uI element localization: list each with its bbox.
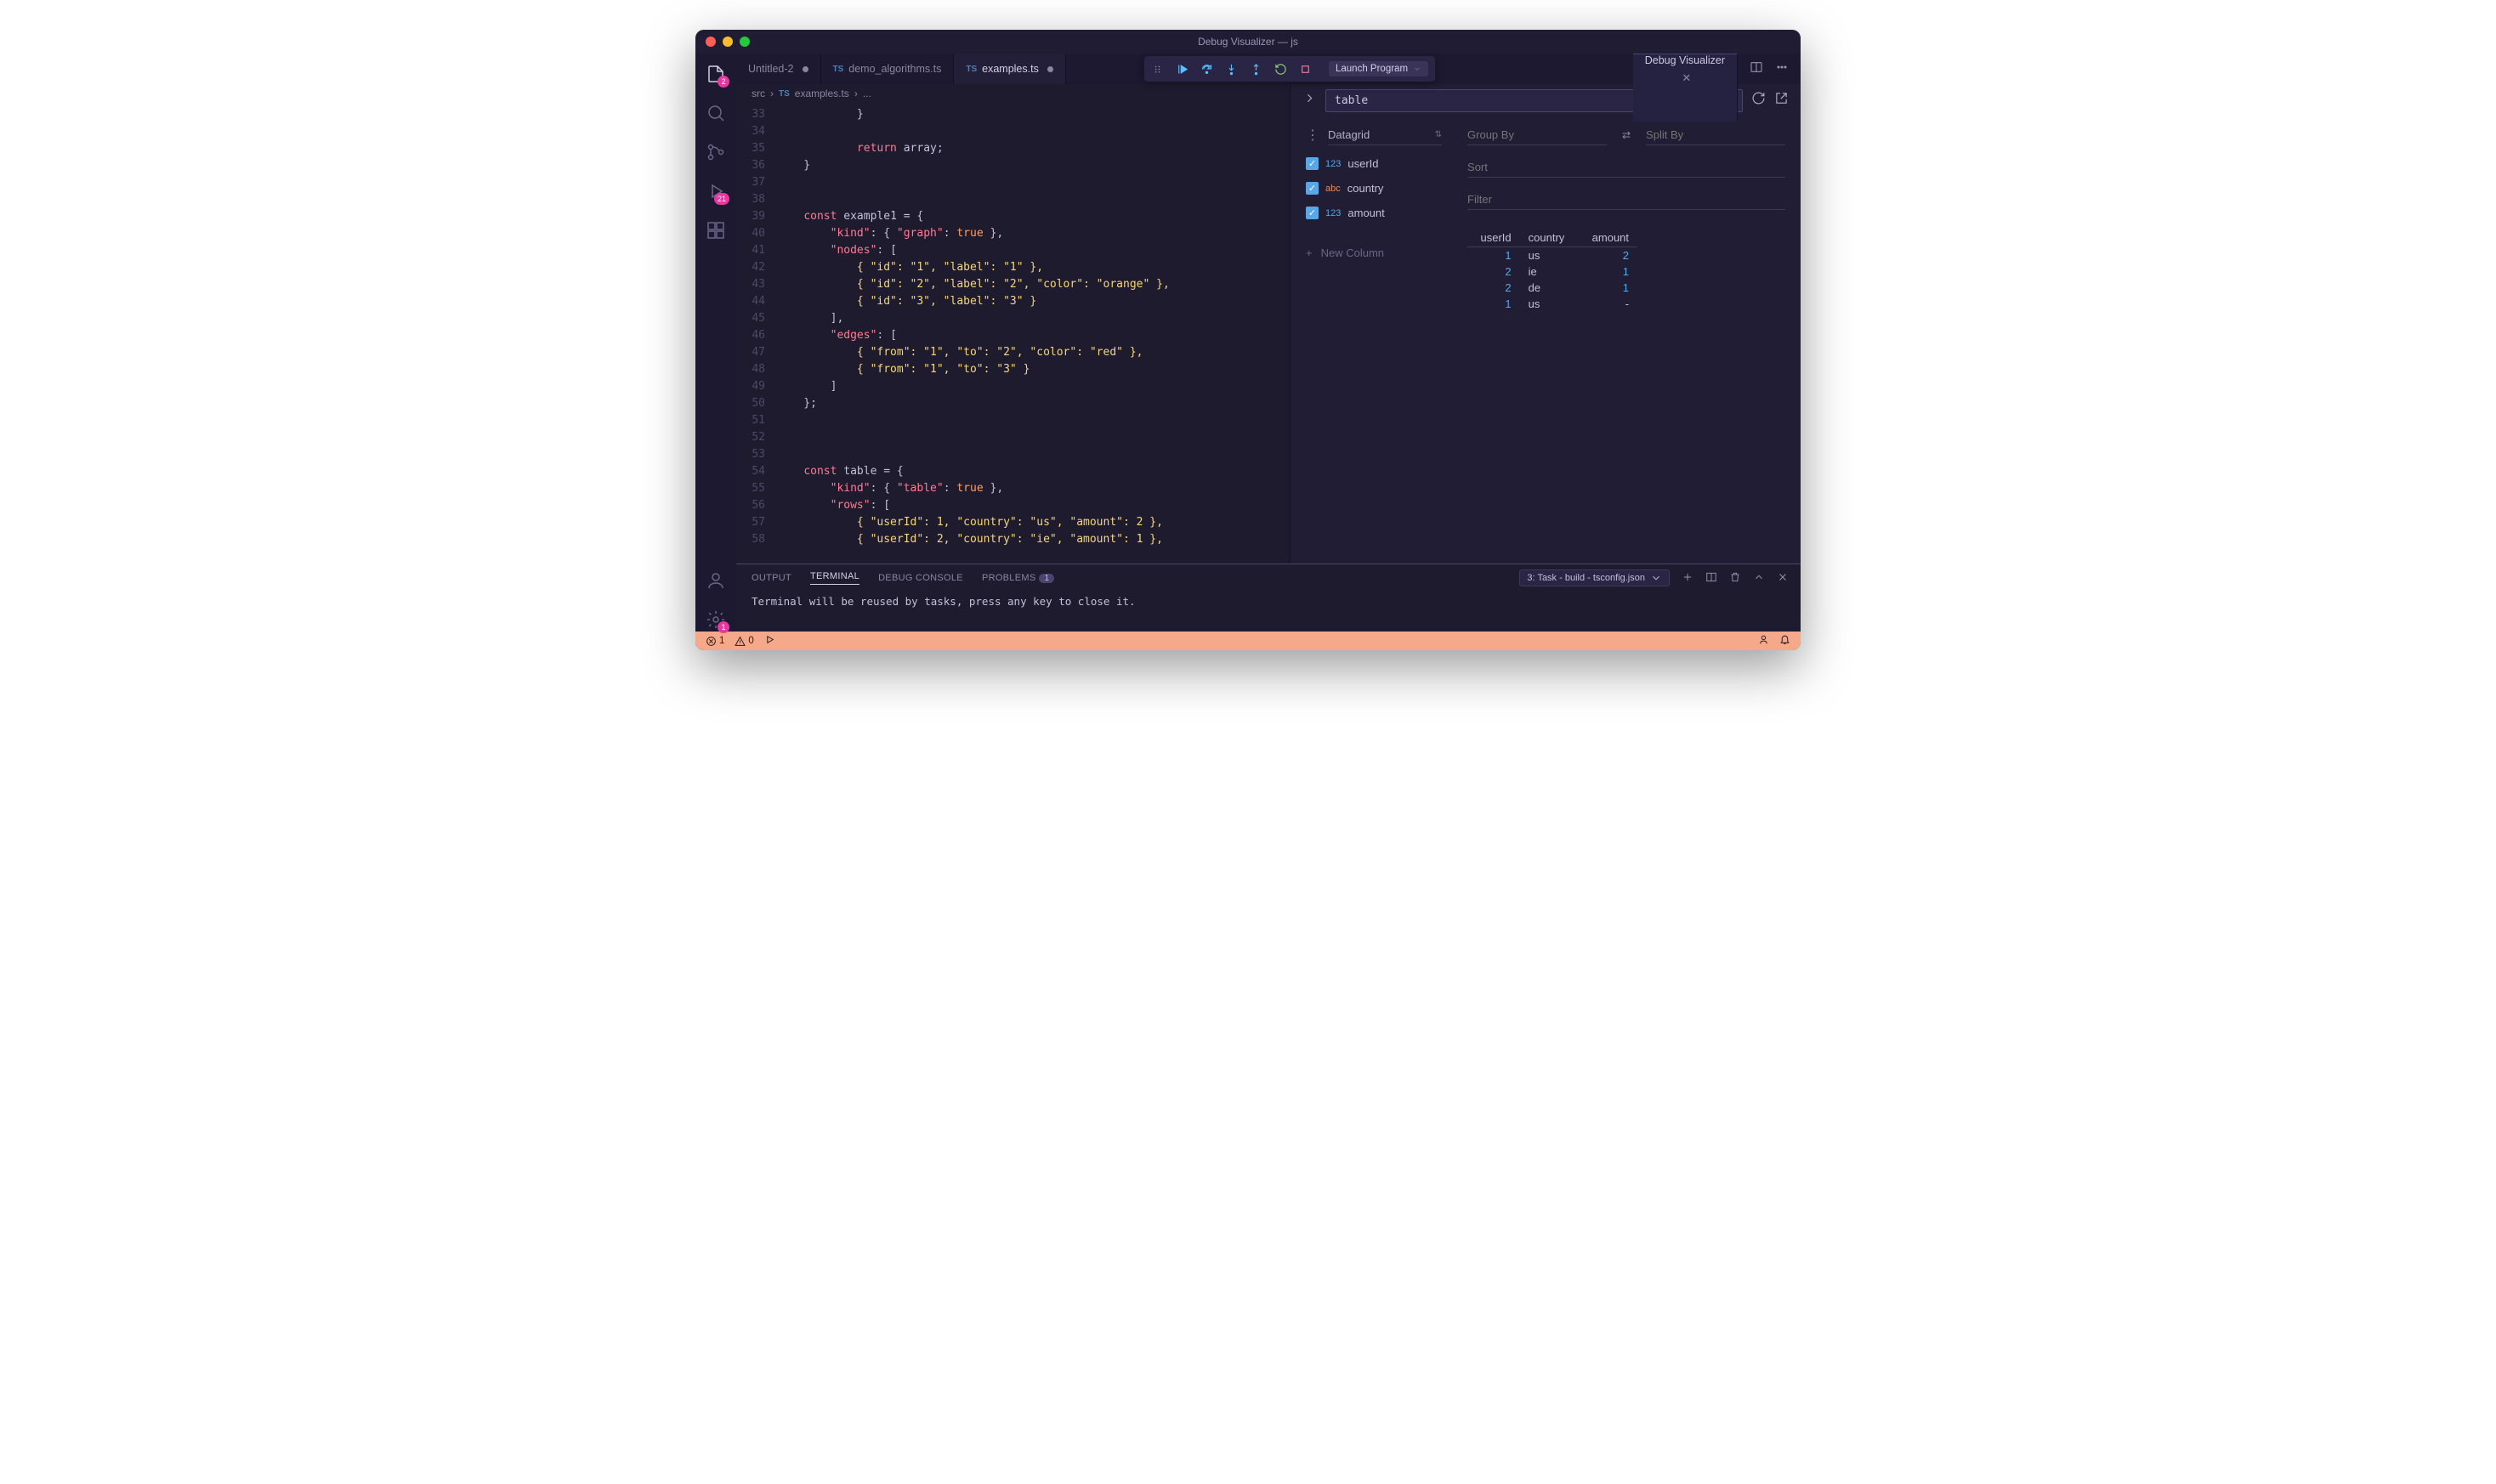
explorer-icon[interactable]: 2 bbox=[704, 62, 728, 86]
bottom-panel: OUTPUT TERMINAL DEBUG CONSOLE PROBLEMS1 … bbox=[736, 564, 1801, 632]
account-icon[interactable] bbox=[704, 569, 728, 592]
close-panel-icon[interactable] bbox=[1777, 571, 1789, 586]
groupby-input[interactable] bbox=[1467, 125, 1607, 145]
trash-icon[interactable] bbox=[1729, 571, 1741, 586]
refresh-icon[interactable] bbox=[1751, 91, 1766, 110]
column-userid[interactable]: ✓123userId bbox=[1306, 157, 1442, 170]
drag-handle-icon[interactable] bbox=[1151, 63, 1164, 76]
feedback-icon[interactable] bbox=[1758, 634, 1769, 648]
sort-input[interactable] bbox=[1467, 157, 1785, 178]
search-icon[interactable] bbox=[704, 101, 728, 125]
terminal-output[interactable]: Terminal will be reused by tasks, press … bbox=[736, 592, 1801, 632]
continue-icon[interactable] bbox=[1176, 63, 1188, 76]
minimize-window[interactable] bbox=[723, 37, 733, 47]
chevron-up-icon[interactable] bbox=[1753, 571, 1765, 586]
ts-icon: TS bbox=[966, 65, 977, 74]
step-over-icon[interactable] bbox=[1200, 63, 1213, 76]
more-icon[interactable] bbox=[1775, 60, 1789, 78]
tab-terminal[interactable]: TERMINAL bbox=[810, 571, 859, 585]
visualizer-pane: ⋮ Datagrid ⇅ ✓123userId ✓abccountry ✓123… bbox=[1290, 84, 1801, 564]
column-amount[interactable]: ✓123amount bbox=[1306, 207, 1442, 219]
breadcrumb[interactable]: src› TS examples.ts› ... bbox=[736, 84, 1290, 103]
table-row[interactable]: 2ie1 bbox=[1467, 263, 1637, 280]
ts-icon: TS bbox=[833, 65, 844, 74]
checkbox-icon[interactable]: ✓ bbox=[1306, 157, 1319, 170]
settings-icon[interactable]: 1 bbox=[704, 608, 728, 632]
close-icon[interactable]: ✕ bbox=[1682, 71, 1691, 85]
split-editor-icon[interactable] bbox=[1750, 60, 1763, 78]
close-window[interactable] bbox=[706, 37, 716, 47]
dirty-dot-icon bbox=[803, 66, 808, 72]
debug-toolbar[interactable]: Launch Program bbox=[1144, 56, 1435, 82]
window-title: Debug Visualizer — js bbox=[1198, 36, 1298, 48]
tab-output[interactable]: OUTPUT bbox=[752, 573, 791, 583]
ts-icon: TS bbox=[779, 89, 790, 99]
explorer-badge: 2 bbox=[718, 76, 729, 88]
step-out-icon[interactable] bbox=[1250, 63, 1262, 76]
restart-icon[interactable] bbox=[1274, 63, 1287, 76]
tab-examples[interactable]: TSexamples.ts bbox=[954, 54, 1065, 84]
code-area[interactable]: 33 34 35 36 37 38 39 40 41 42 43 44 45 4… bbox=[736, 103, 1290, 564]
editor-pane: src› TS examples.ts› ... 33 34 35 36 37 … bbox=[736, 84, 1290, 564]
checkbox-icon[interactable]: ✓ bbox=[1306, 182, 1319, 195]
menu-icon[interactable]: ⋮ bbox=[1306, 127, 1319, 144]
splitby-input[interactable] bbox=[1646, 125, 1785, 145]
tab-bar: Untitled-2 TSdemo_algorithms.ts TSexampl… bbox=[736, 54, 1801, 84]
new-terminal-icon[interactable] bbox=[1682, 571, 1693, 586]
tab-untitled[interactable]: Untitled-2 bbox=[736, 54, 821, 84]
expand-icon[interactable] bbox=[1302, 91, 1317, 110]
sort-icon: ⇅ bbox=[1435, 130, 1442, 139]
debug-icon[interactable]: 21 bbox=[704, 179, 728, 203]
source-control-icon[interactable] bbox=[704, 140, 728, 164]
tab-debug-console[interactable]: DEBUG CONSOLE bbox=[878, 573, 963, 583]
split-terminal-icon[interactable] bbox=[1705, 571, 1717, 586]
error-count[interactable]: 1 bbox=[706, 636, 724, 647]
terminal-task-select[interactable]: 3: Task - build - tsconfig.json bbox=[1519, 569, 1670, 586]
extensions-icon[interactable] bbox=[704, 218, 728, 242]
plus-icon: + bbox=[1306, 246, 1313, 259]
tab-problems[interactable]: PROBLEMS1 bbox=[982, 573, 1054, 583]
line-gutter: 33 34 35 36 37 38 39 40 41 42 43 44 45 4… bbox=[736, 106, 777, 564]
status-bar: 1 0 bbox=[695, 632, 1801, 650]
titlebar: Debug Visualizer — js bbox=[695, 30, 1801, 54]
table-row[interactable]: 2de1 bbox=[1467, 280, 1637, 296]
settings-badge: 1 bbox=[718, 621, 729, 633]
launch-config-select[interactable]: Launch Program bbox=[1329, 61, 1428, 76]
problems-badge: 1 bbox=[1039, 574, 1054, 583]
traffic-lights bbox=[706, 37, 750, 47]
swap-icon[interactable]: ⇄ bbox=[1622, 129, 1631, 141]
checkbox-icon[interactable]: ✓ bbox=[1306, 207, 1319, 219]
view-type-select[interactable]: Datagrid ⇅ bbox=[1328, 125, 1442, 145]
filter-input[interactable] bbox=[1467, 190, 1785, 210]
warning-count[interactable]: 0 bbox=[735, 636, 753, 647]
tab-demo-algorithms[interactable]: TSdemo_algorithms.ts bbox=[821, 54, 955, 84]
debug-badge: 21 bbox=[714, 193, 729, 205]
app-window: Debug Visualizer — js 2 21 1 Untitled-2 … bbox=[695, 30, 1801, 650]
play-icon[interactable] bbox=[764, 634, 775, 648]
bell-icon[interactable] bbox=[1779, 634, 1790, 648]
table-row[interactable]: 1us- bbox=[1467, 296, 1637, 312]
tab-debug-visualizer[interactable]: Debug Visualizer✕ bbox=[1633, 54, 1738, 122]
activity-bar: 2 21 1 bbox=[695, 54, 736, 632]
stop-icon[interactable] bbox=[1299, 63, 1312, 76]
dirty-dot-icon bbox=[1047, 66, 1053, 72]
zoom-window[interactable] bbox=[740, 37, 750, 47]
new-column-button[interactable]: +New Column bbox=[1306, 246, 1442, 259]
step-into-icon[interactable] bbox=[1225, 63, 1238, 76]
popout-icon[interactable] bbox=[1774, 91, 1789, 110]
data-grid: userIdcountryamount 1us2 2ie1 2de1 1us- bbox=[1467, 229, 1785, 312]
table-row[interactable]: 1us2 bbox=[1467, 247, 1637, 264]
column-country[interactable]: ✓abccountry bbox=[1306, 182, 1442, 195]
